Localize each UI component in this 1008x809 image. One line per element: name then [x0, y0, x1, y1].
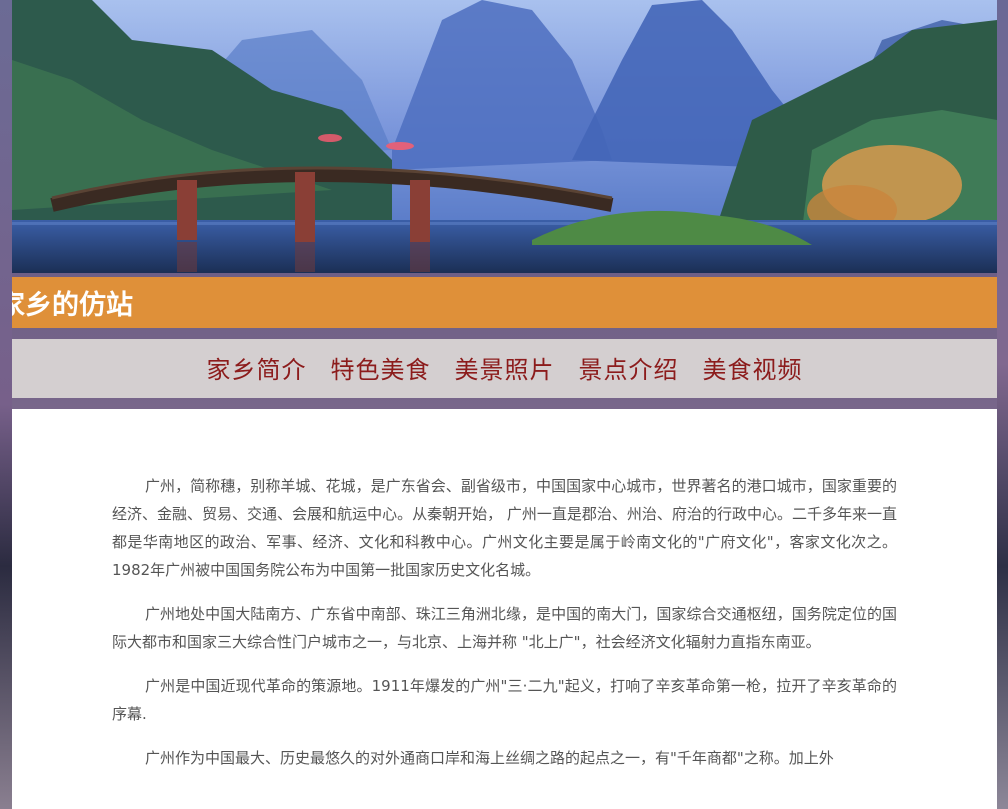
nav-item-attractions[interactable]: 景点介绍 — [579, 337, 679, 400]
nav-item-food-videos[interactable]: 美食视频 — [703, 337, 803, 400]
site-title: 家乡的仿站 — [12, 290, 133, 321]
page-background-left — [0, 0, 12, 809]
nav-item-local-food[interactable]: 特色美食 — [331, 337, 431, 400]
article-paragraph: 广州是中国近现代革命的策源地。1911年爆发的广州"三·二九"起义，打响了辛亥革… — [112, 677, 897, 723]
article-body: 广州，简称穗，别称羊城、花城，是广东省会、副省级市，中国国家中心城市，世界著名的… — [112, 472, 897, 788]
article-paragraph: 广州地处中国大陆南方、广东省中南部、珠江三角洲北缘，是中国的南大门，国家综合交通… — [112, 605, 897, 651]
article-paragraph: 广州，简称穗，别称羊城、花城，是广东省会、副省级市，中国国家中心城市，世界著名的… — [112, 477, 897, 579]
page-background-right — [997, 0, 1008, 809]
content-panel: 广州，简称穗，别称羊城、花城，是广东省会、副省级市，中国国家中心城市，世界著名的… — [12, 409, 997, 809]
nav-item-hometown-intro[interactable]: 家乡简介 — [207, 337, 307, 400]
landscape-illustration — [12, 0, 997, 273]
article-paragraph: 广州作为中国最大、历史最悠久的对外通商口岸和海上丝绸之路的起点之一，有"千年商都… — [145, 749, 834, 767]
site-title-bar: 家乡的仿站 — [12, 277, 997, 328]
nav-item-scenery-photos[interactable]: 美景照片 — [455, 337, 555, 400]
hero-banner-image — [12, 0, 997, 273]
main-navigation: 家乡简介 特色美食 美景照片 景点介绍 美食视频 — [12, 339, 997, 398]
